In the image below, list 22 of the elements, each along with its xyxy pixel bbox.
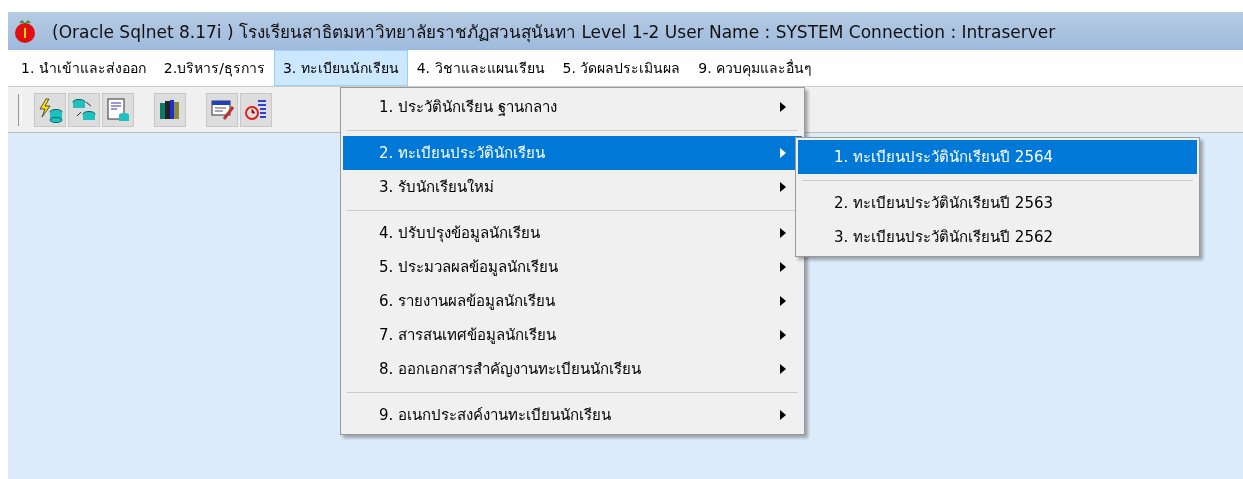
menu-option[interactable]: 1. ทะเบียนประวัตินักเรียนปี 2564	[798, 140, 1197, 174]
books-icon[interactable]	[154, 92, 186, 127]
document-database-icon[interactable]	[102, 92, 134, 127]
menu-option[interactable]: 2. ทะเบียนประวัตินักเรียนปี 2563	[798, 186, 1197, 220]
menu-item[interactable]: 1. นำเข้าและส่งออก	[12, 50, 155, 86]
menu-item[interactable]: 5. วัดผลประเมินผล	[553, 50, 690, 86]
menu-option[interactable]: 2. ทะเบียนประวัตินักเรียน	[343, 136, 802, 170]
menu-option[interactable]: 9. อเนกประสงค์งานทะเบียนนักเรียน	[343, 398, 802, 432]
menu-option[interactable]: 6. รายงานผลข้อมูลนักเรียน	[343, 284, 802, 318]
menu-item[interactable]: 3. ทะเบียนนักเรียน	[273, 50, 408, 86]
form-edit-icon[interactable]	[206, 92, 238, 127]
menu-item[interactable]: 4. วิชาและแผนเรียน	[407, 50, 554, 86]
window-title: (Oracle Sqlnet 8.17i ) โรงเรียนสาธิตมหาวิทยาลัยราชภัฏสวนสุนันทา Level 1-2 User Name : SYSTEM Connection : Intraserver	[52, 20, 1056, 45]
menu-option[interactable]: 8. ออกเอกสารสำคัญงานทะเบียนนักเรียน	[343, 352, 802, 386]
menu-option[interactable]: 7. สารสนเทศข้อมูลนักเรียน	[343, 318, 802, 352]
menu-option[interactable]: 1. ประวัตินักเรียน ฐานกลาง	[343, 90, 802, 124]
tomato-icon	[12, 18, 38, 44]
lightning-database-icon[interactable]	[34, 92, 66, 127]
database-sync-icon[interactable]	[68, 92, 100, 127]
menu-item[interactable]: 9. ควบคุมและอื่นๆ	[689, 50, 822, 86]
timer-list-icon[interactable]	[240, 92, 272, 127]
menu-item[interactable]: 2.บริหาร/ธุรการ	[154, 50, 274, 86]
